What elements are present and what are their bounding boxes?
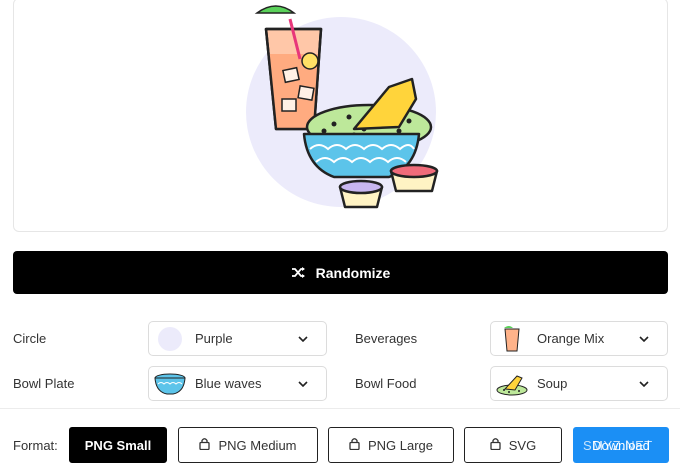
beverages-select[interactable]: Orange Mix: [490, 321, 668, 356]
beverages-select-value: Orange Mix: [537, 331, 605, 346]
svg-label: SVG: [508, 437, 537, 453]
chevron-down-icon: [292, 335, 314, 342]
bowl-plate-label: Bowl Plate: [13, 376, 75, 391]
chevron-down-icon: [633, 380, 655, 387]
randomize-label: Randomize: [315, 264, 391, 281]
bowl-food-select-value: Soup: [537, 376, 568, 391]
randomize-button[interactable]: Randomize: [13, 251, 668, 294]
png-small-label: PNG Small: [84, 437, 152, 453]
shuffle-icon: [291, 266, 306, 279]
watermark: SMYZ.NET: [583, 438, 653, 453]
bowl-food-label: Bowl Food: [355, 376, 417, 391]
lock-icon: [199, 437, 211, 453]
illustration-preview: [13, 0, 668, 232]
circle-select-value: Purple: [195, 331, 233, 346]
bowl-plate-select[interactable]: Blue waves: [148, 366, 327, 401]
png-large-button[interactable]: PNG Large: [328, 427, 454, 463]
food-illustration: [246, 5, 439, 209]
lock-icon: [490, 437, 501, 453]
png-large-label: PNG Large: [367, 437, 434, 453]
format-label: Format:: [13, 438, 58, 453]
bowl-food-select[interactable]: Soup: [490, 366, 668, 401]
svg-button[interactable]: SVG: [464, 427, 562, 463]
chevron-down-icon: [292, 380, 314, 387]
png-medium-button[interactable]: PNG Medium: [178, 427, 318, 463]
circle-label: Circle: [13, 331, 47, 346]
circle-swatch-icon: [153, 324, 187, 354]
beverages-label: Beverages: [355, 331, 418, 346]
chevron-down-icon: [633, 335, 655, 342]
png-medium-label: PNG Medium: [218, 437, 297, 453]
orange-mix-drink-icon: [495, 324, 529, 354]
bowl-plate-select-value: Blue waves: [195, 376, 262, 391]
soup-food-icon: [495, 369, 529, 399]
blue-bowl-icon: [153, 369, 187, 399]
png-small-button[interactable]: PNG Small: [69, 427, 167, 463]
circle-select[interactable]: Purple: [148, 321, 327, 356]
lock-icon: [349, 437, 360, 453]
